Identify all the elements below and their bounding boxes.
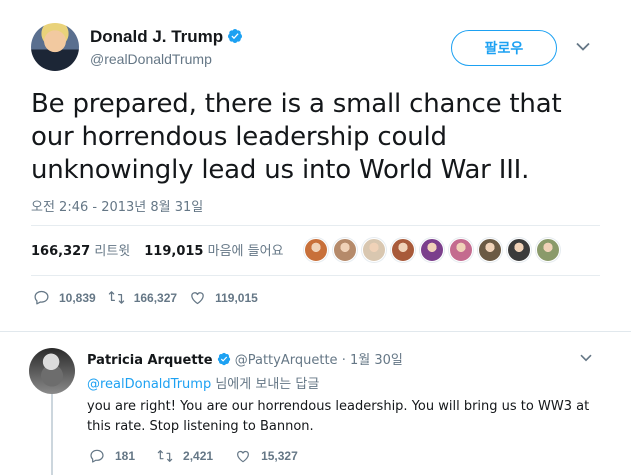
avatar[interactable] (31, 23, 79, 71)
like-stat-label: 마음에 들어요 (207, 244, 284, 259)
reply-icon (90, 449, 104, 463)
liker-avatar[interactable] (507, 238, 531, 262)
like-icon (237, 450, 249, 463)
chevron-down-icon[interactable] (576, 42, 590, 52)
verified-icon (217, 352, 230, 366)
reply-tweet[interactable]: Patricia Arquette @PattyArquette · 1월 30… (0, 331, 631, 475)
tweet-stats: 166,327 리트윗 119,015 마음에 들어요 (31, 240, 284, 259)
author-handle[interactable]: @realDonaldTrump (90, 51, 212, 67)
reply-to-line: @realDonaldTrump 님에게 보내는 답글 (87, 373, 319, 392)
retweet-stat[interactable]: 166,327 리트윗 (31, 244, 130, 259)
divider (31, 275, 600, 276)
main-tweet: Donald J. Trump @realDonaldTrump 팔로우 Be … (0, 0, 631, 331)
like-stat[interactable]: 119,015 마음에 들어요 (144, 244, 283, 259)
follow-button[interactable]: 팔로우 (451, 30, 557, 66)
retweet-icon (108, 291, 124, 304)
reply-text: you are right! You are our horrendous le… (87, 399, 590, 434)
reply-icon (34, 290, 49, 305)
reply-action[interactable]: 181 (89, 448, 135, 464)
reply-action[interactable]: 10,839 (33, 289, 96, 306)
retweet-count: 166,327 (31, 244, 91, 259)
reply-actions: 181 2,421 15,327 (89, 448, 320, 464)
like-icon (191, 292, 204, 305)
liker-avatar[interactable] (420, 238, 444, 262)
chevron-down-icon[interactable] (580, 354, 592, 362)
like-action[interactable]: 15,327 (235, 448, 298, 464)
liker-avatar[interactable] (304, 238, 328, 262)
like-count: 119,015 (215, 290, 258, 305)
retweet-action[interactable]: 166,327 (108, 289, 177, 306)
reply-count: 10,839 (59, 290, 96, 305)
like-count: 119,015 (144, 244, 204, 259)
tweet-actions: 10,839 166,327 119,015 (33, 289, 270, 306)
liker-avatar[interactable] (449, 238, 473, 262)
liker-avatar[interactable] (333, 238, 357, 262)
reply-count: 181 (115, 449, 136, 463)
retweet-action[interactable]: 2,421 (157, 448, 213, 464)
liker-avatar[interactable] (478, 238, 502, 262)
retweet-count: 166,327 (133, 290, 178, 305)
tweet-text: Be prepared, there is a small chance tha… (31, 89, 562, 185)
liker-avatar[interactable] (362, 238, 386, 262)
reply-author-name[interactable]: Patricia Arquette (87, 353, 213, 368)
reply-date[interactable]: · 1월 30일 (342, 353, 403, 368)
reply-to-suffix: 님에게 보내는 답글 (215, 377, 320, 392)
retweet-count: 2,421 (183, 449, 214, 463)
liker-avatar[interactable] (536, 238, 560, 262)
liker-avatar[interactable] (391, 238, 415, 262)
author-name[interactable]: Donald J. Trump (90, 27, 223, 46)
retweet-stat-label: 리트윗 (94, 244, 131, 259)
thread-line (51, 380, 53, 475)
verified-icon (228, 29, 243, 43)
liker-avatars (304, 238, 560, 264)
tweet-timestamp[interactable]: 오전 2:46 - 2013년 8월 31일 (31, 196, 203, 215)
divider (31, 225, 600, 226)
like-action[interactable]: 119,015 (189, 289, 258, 306)
reply-to-mention[interactable]: @realDonaldTrump (87, 377, 211, 392)
reply-header: Patricia Arquette @PattyArquette · 1월 30… (87, 349, 403, 368)
author-name-row[interactable]: Donald J. Trump (90, 27, 243, 47)
reply-author-handle[interactable]: @PattyArquette (235, 353, 338, 368)
avatar[interactable] (29, 348, 75, 394)
like-count: 15,327 (261, 449, 298, 463)
retweet-icon (157, 450, 173, 462)
